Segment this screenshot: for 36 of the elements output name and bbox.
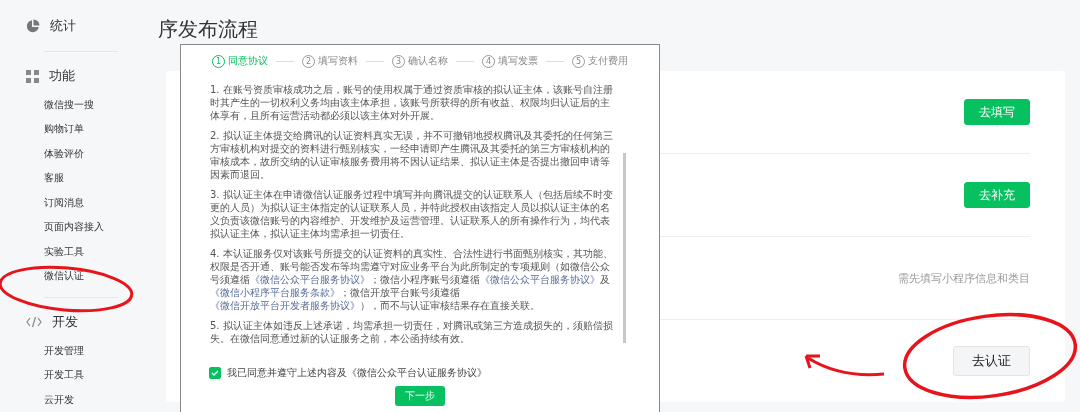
sidebar-group-title[interactable]: 开发 bbox=[52, 313, 78, 332]
step[interactable]: 3 确认名称 bbox=[392, 54, 448, 68]
sidebar-item[interactable]: 页面内容接入 bbox=[44, 215, 150, 240]
agreement-paragraph: 2. 拟认证主体提交给腾讯的认证资料真实无误，并不可撤销地授权腾讯及其委托的任何第三方审核机构对提交的资料进行甄别核实，一经申请即产生腾讯及其委托的第三方审核机构的审核成本，故所交纳的认证审核服务费用将不因认证结果、拟认证主体是否提出撤回申请等因素而退回。 bbox=[210, 129, 614, 181]
sidebar-item[interactable]: 客服 bbox=[44, 166, 150, 191]
sidebar-item[interactable]: 开发管理 bbox=[44, 338, 150, 364]
agreement-paragraph: 3. 拟认证主体在申请微信认证服务过程中填写并向腾讯提交的认证联系人（包括后续不时变更的人员）为拟认证主体指定的认证联系人员，并特此授权由该指定人员以拟认证主体的名义负责该微信账号的内容维护、开发维护及运营管理。认证联系人的所有操作行为，均代表拟认证主体，拟认证主体均需承担一切责任。 bbox=[210, 188, 614, 240]
step[interactable]: 2 填写资料 bbox=[302, 54, 358, 68]
action-button[interactable]: 去认证 bbox=[953, 346, 1030, 376]
agreement-paragraph: 1. 在账号资质审核成功之后，账号的使用权属于通过资质审核的拟认证主体，该账号自注册时其产生的一切权利义务均由该主体承担，该账号所获得的所有收益、权限均归认证后的主体享有，且所有运营活动都必须以该主体对外开展。 bbox=[210, 83, 614, 122]
agreement-paragraph: 4. 本认证服务仅对该账号所提交的认证资料的真实性、合法性进行书面甄别核实，其功能、权限是否开通、账号能否发布等均需遵守对应业务平台为此所制定的专项规则（如微信公众号须遵循《微信公众平台服务协议》；微信小程序账号须遵循《微信公众平台服务协议》及 《微信小程序平台服务条款》；微信开放平台账号须遵循 《微信开放平台开发者服务协议》），而不与认证审核结果存在直接关联。 bbox=[210, 247, 614, 312]
sidebar-item[interactable]: 实验工具 bbox=[44, 239, 150, 265]
sidebar-item[interactable]: 微信搜一搜 bbox=[44, 92, 150, 118]
checkbox[interactable] bbox=[209, 367, 221, 379]
pie-chart-icon bbox=[26, 19, 40, 34]
hint-text: 需先填写小程序信息和类目 bbox=[898, 270, 1030, 286]
sidebar-item[interactable]: 云开发 bbox=[44, 387, 150, 412]
sidebar-group-title[interactable]: 统计 bbox=[50, 17, 76, 36]
agreement-link[interactable]: 《微信小程序平台服务条款》 bbox=[210, 287, 340, 298]
page-title: 序发布流程 bbox=[158, 16, 259, 43]
sidebar-item[interactable]: 体验评价 bbox=[44, 141, 150, 167]
scrollbar[interactable] bbox=[623, 153, 626, 343]
sidebar-item[interactable]: 开发工具 bbox=[44, 363, 150, 388]
step[interactable]: 5 支付费用 bbox=[572, 54, 628, 68]
sidebar-item[interactable]: 微信认证 bbox=[44, 264, 150, 289]
sidebar-item[interactable]: 订阅消息 bbox=[44, 190, 150, 216]
agreement-link[interactable]: 《微信公众平台服务协议》 bbox=[250, 274, 370, 285]
step[interactable]: 4 填写发票 bbox=[482, 54, 538, 68]
code-icon bbox=[26, 316, 42, 329]
agreement-link[interactable]: 《微信开放平台开发者服务协议》 bbox=[210, 300, 360, 311]
checkbox-label: 我已同意并遵守上述内容及《微信公众平台认证服务协议》 bbox=[227, 366, 487, 380]
sidebar-item[interactable]: 购物订单 bbox=[44, 117, 150, 142]
grid-icon bbox=[26, 69, 39, 83]
agreement-link[interactable]: 《微信公众平台服务协议》 bbox=[480, 274, 600, 285]
agreement-paragraph: 5. 拟认证主体如违反上述承诺，均需承担一切责任，对腾讯或第三方造成损失的，须赔偿损失。在微信同意通过新的认证服务之前，本公函持续有效。 bbox=[210, 319, 614, 345]
sidebar-group-title[interactable]: 功能 bbox=[49, 67, 75, 86]
